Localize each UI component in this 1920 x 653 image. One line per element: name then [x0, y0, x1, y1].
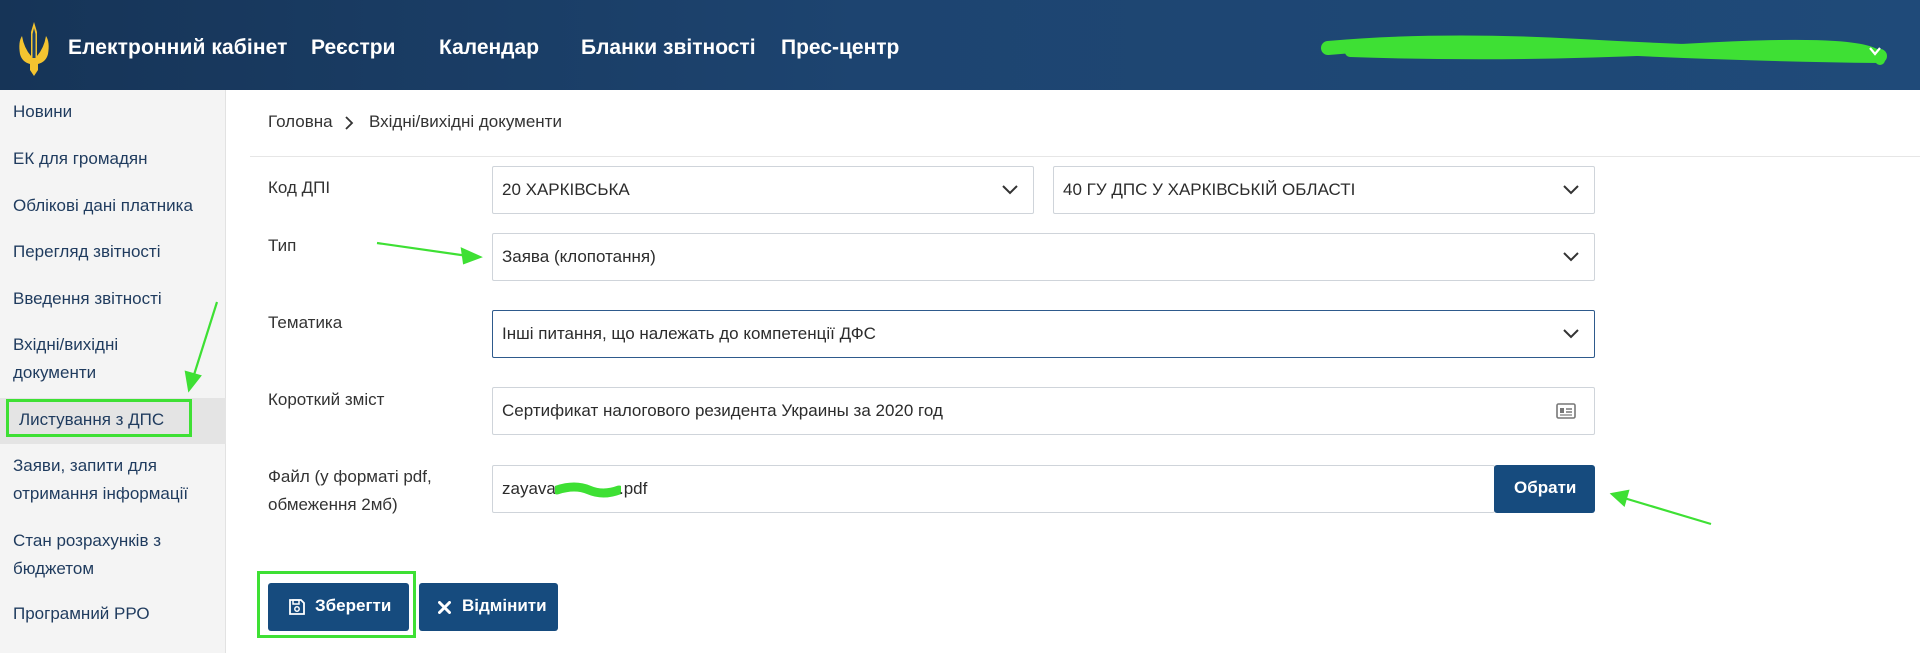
redaction-scribble	[1321, 35, 1887, 65]
sidebar-item-news[interactable]: Новини	[13, 98, 218, 126]
choose-arrow-head	[1609, 489, 1630, 508]
save-icon	[289, 599, 305, 615]
chevron-down-icon	[1563, 252, 1579, 262]
nav-calendar[interactable]: Календар	[439, 36, 539, 60]
type-arrow-line	[376, 241, 469, 258]
chevron-right-icon	[345, 116, 354, 130]
sidebar-item-taxpayer-data[interactable]: Облікові дані платника	[13, 192, 218, 220]
chevron-down-icon[interactable]	[1868, 44, 1882, 58]
choose-file-label: Обрати	[1514, 478, 1577, 497]
choose-arrow-line	[1623, 496, 1712, 526]
save-label: Зберегти	[315, 596, 392, 615]
type-select[interactable]: Заява (клопотання)	[492, 233, 1595, 281]
breadcrumb-current: Вхідні/вихідні документи	[369, 112, 562, 131]
file-name-prefix: zayava	[502, 479, 556, 498]
dpi-office-value: 40 ГУ ДПС У ХАРКІВСЬКІЙ ОБЛАСТІ	[1063, 180, 1356, 199]
file-label-line1: Файл (у форматі pdf,	[268, 467, 432, 486]
type-label: Тип	[268, 236, 297, 255]
file-label-line2: обмеження 2мб)	[268, 495, 398, 514]
topic-select[interactable]: Інші питання, що належать до компетенції…	[492, 310, 1595, 358]
chevron-down-icon	[1563, 329, 1579, 339]
chevron-down-icon	[1002, 185, 1018, 195]
dpi-code-label: Код ДПІ	[268, 178, 331, 197]
breadcrumb-divider	[250, 156, 1920, 157]
sidebar-item-citizens[interactable]: ЕК для громадян	[13, 145, 218, 173]
choose-file-button[interactable]: Обрати	[1494, 465, 1595, 513]
sidebar-item-software-rro[interactable]: Програмний РРО	[13, 600, 218, 628]
brand-title[interactable]: Електронний кабінет	[68, 36, 288, 60]
correspondence-highlight-box	[6, 399, 192, 437]
close-icon	[438, 601, 451, 614]
dpi-office-select[interactable]: 40 ГУ ДПС У ХАРКІВСЬКІЙ ОБЛАСТІ	[1053, 166, 1595, 214]
sidebar-item-budget-status[interactable]: Стан розрахунків з бюджетом	[13, 527, 183, 583]
sidebar-item-enter-reports[interactable]: Введення звітності	[13, 285, 218, 313]
chevron-down-icon	[1563, 185, 1579, 195]
type-arrow-head	[460, 247, 483, 265]
sidebar-item-documents[interactable]: Вхідні/вихідні документи	[13, 331, 153, 387]
file-name-suffix: .pdf	[619, 479, 648, 498]
summary-value: Сертификат налогового резидента Украины …	[502, 401, 943, 420]
trident-logo-icon[interactable]	[14, 18, 54, 78]
topic-value: Інші питання, що належать до компетенції…	[502, 324, 876, 343]
save-button[interactable]: Зберегти	[268, 583, 409, 631]
nav-report-forms[interactable]: Бланки звітності	[581, 36, 756, 60]
summary-input[interactable]: Сертификат налогового резидента Украины …	[492, 387, 1595, 435]
file-name-input[interactable]: zayava .pdf	[492, 465, 1495, 513]
nav-registries[interactable]: Реєстри	[311, 36, 395, 60]
top-header: Електронний кабінет Реєстри Календар Бла…	[0, 0, 1920, 90]
sidebar-item-view-reports[interactable]: Перегляд звітності	[13, 238, 218, 266]
breadcrumb-home[interactable]: Головна	[268, 112, 333, 132]
nav-press-center[interactable]: Прес-центр	[781, 36, 899, 60]
cancel-label: Відмінити	[462, 596, 547, 615]
redaction-scribble	[555, 482, 621, 498]
card-icon	[1556, 403, 1576, 419]
topic-label: Тематика	[268, 313, 343, 332]
dpi-region-select[interactable]: 20 ХАРКІВСЬКА	[492, 166, 1034, 214]
sidebar-item-requests[interactable]: Заяви, запити для отримання інформації	[13, 452, 213, 508]
cancel-button[interactable]: Відмінити	[419, 583, 558, 631]
summary-label: Короткий зміст	[268, 390, 385, 409]
user-menu[interactable]: ФЛ...	[1320, 30, 1900, 70]
dpi-region-value: 20 ХАРКІВСЬКА	[502, 180, 630, 199]
type-value: Заява (клопотання)	[502, 247, 656, 266]
file-label: Файл (у форматі pdf, обмеження 2мб)	[268, 463, 432, 519]
